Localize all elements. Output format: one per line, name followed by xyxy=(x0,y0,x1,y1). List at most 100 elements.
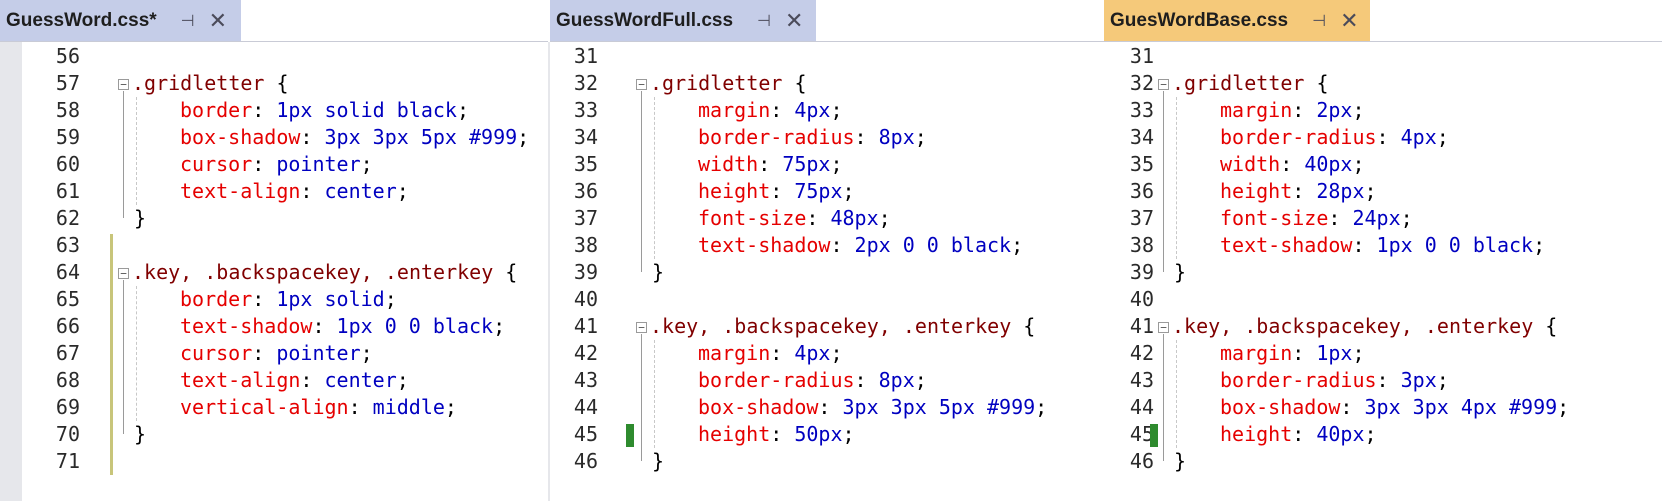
code-line[interactable]: 70} xyxy=(0,421,548,448)
code-line[interactable]: 40 xyxy=(1104,286,1662,313)
code-line[interactable]: 63 xyxy=(0,232,548,259)
css-property: height xyxy=(1220,422,1293,446)
code-line[interactable]: 46} xyxy=(1104,448,1662,475)
code-text: width: 75px; xyxy=(698,151,843,178)
collapse-icon[interactable]: − xyxy=(636,79,647,90)
editor-pane-guesswordbase[interactable]: GuesWordBase.css ⊣ ✕ 31 32− .gridletter {3… xyxy=(1104,0,1662,501)
code-line[interactable]: 31 xyxy=(1104,43,1662,70)
code-line[interactable]: 39} xyxy=(1104,259,1662,286)
semicolon: ; xyxy=(830,341,843,365)
code-line[interactable]: 32− .gridletter { xyxy=(550,70,1104,97)
css-property: text-shadow xyxy=(698,233,831,257)
css-value: 28px xyxy=(1316,179,1365,203)
code-line[interactable]: 58 border: 1px solid black; xyxy=(0,97,548,124)
code-text: .key, .backspacekey, .enterkey { xyxy=(650,313,1035,340)
colon: : xyxy=(252,287,277,311)
editor-pane-guessword[interactable]: GuessWord.css* ⊣ ✕ 56 57− .gridletter {58 b… xyxy=(0,0,548,501)
code-line[interactable]: 43 border-radius: 8px; xyxy=(550,367,1104,394)
code-line[interactable]: 37 font-size: 48px; xyxy=(550,205,1104,232)
code-line[interactable]: 59 box-shadow: 3px 3px 5px #999; xyxy=(0,124,548,151)
pin-icon[interactable]: ⊣ xyxy=(757,11,771,31)
collapse-icon[interactable]: − xyxy=(636,322,647,333)
collapse-icon[interactable]: − xyxy=(1158,322,1169,333)
close-icon[interactable]: ✕ xyxy=(1340,9,1358,32)
close-icon[interactable]: ✕ xyxy=(209,9,227,32)
line-number: 34 xyxy=(573,125,598,149)
code-line[interactable]: 42 margin: 4px; xyxy=(550,340,1104,367)
code-text: text-align: center; xyxy=(180,178,409,205)
code-line[interactable]: 66 text-shadow: 1px 0 0 black; xyxy=(0,313,548,340)
css-property: box-shadow xyxy=(698,395,819,419)
pin-icon[interactable]: ⊣ xyxy=(1312,11,1326,31)
code-text: .key, .backspacekey, .enterkey { xyxy=(132,259,517,286)
code-line[interactable]: 45 height: 40px; xyxy=(1104,421,1662,448)
code-line[interactable]: 35 width: 75px; xyxy=(550,151,1104,178)
code-line[interactable]: 37 font-size: 24px; xyxy=(1104,205,1662,232)
code-line[interactable]: 34 border-radius: 8px; xyxy=(550,124,1104,151)
code-line[interactable]: 33 margin: 2px; xyxy=(1104,97,1662,124)
code-line[interactable]: 41− .key, .backspacekey, .enterkey { xyxy=(1104,313,1662,340)
code-line[interactable]: 46} xyxy=(550,448,1104,475)
css-value: 75px xyxy=(794,179,843,203)
code-line[interactable]: 67 cursor: pointer; xyxy=(0,340,548,367)
code-line[interactable]: 44 box-shadow: 3px 3px 4px #999; xyxy=(1104,394,1662,421)
code-text: border-radius: 4px; xyxy=(1220,124,1449,151)
code-line[interactable]: 32− .gridletter { xyxy=(1104,70,1662,97)
code-line[interactable]: 56 xyxy=(0,43,548,70)
close-icon[interactable]: ✕ xyxy=(785,9,803,32)
css-property: box-shadow xyxy=(180,125,301,149)
code-line[interactable]: 36 height: 75px; xyxy=(550,178,1104,205)
code-line[interactable]: 69 vertical-align: middle; xyxy=(0,394,548,421)
colon: : xyxy=(854,368,879,392)
code-line[interactable]: 61 text-align: center; xyxy=(0,178,548,205)
code-line[interactable]: 40 xyxy=(550,286,1104,313)
code-line[interactable]: 65 border: 1px solid; xyxy=(0,286,548,313)
code-editor[interactable]: 31 32− .gridletter {33 margin: 2px; 34 border… xyxy=(1104,42,1662,501)
code-line[interactable]: 60 cursor: pointer; xyxy=(0,151,548,178)
pin-icon[interactable]: ⊣ xyxy=(181,11,195,31)
code-line[interactable]: 64− .key, .backspacekey, .enterkey { xyxy=(0,259,548,286)
line-number: 32 xyxy=(1129,71,1154,95)
semicolon: ; xyxy=(396,368,409,392)
collapse-icon[interactable]: − xyxy=(118,268,129,279)
tab-guesswordbase-css[interactable]: GuesWordBase.css ⊣ ✕ xyxy=(1104,0,1370,41)
tab-guessword-css[interactable]: GuessWord.css* ⊣ ✕ xyxy=(0,0,241,41)
collapse-icon[interactable]: − xyxy=(118,79,129,90)
code-line[interactable]: 38 text-shadow: 2px 0 0 black; xyxy=(550,232,1104,259)
semicolon: ; xyxy=(914,125,927,149)
code-line[interactable]: 43 border-radius: 3px; xyxy=(1104,367,1662,394)
code-line[interactable]: 62} xyxy=(0,205,548,232)
code-line[interactable]: 33 margin: 4px; xyxy=(550,97,1104,124)
css-value: 2px xyxy=(1316,98,1353,122)
code-line[interactable]: 44 box-shadow: 3px 3px 5px #999; xyxy=(550,394,1104,421)
code-line[interactable]: 39} xyxy=(550,259,1104,286)
code-line[interactable]: 38 text-shadow: 1px 0 0 black; xyxy=(1104,232,1662,259)
semicolon: ; xyxy=(1035,395,1048,419)
css-value: 4px xyxy=(1400,125,1437,149)
code-text: } xyxy=(1174,259,1186,286)
code-line[interactable]: 36 height: 28px; xyxy=(1104,178,1662,205)
line-number: 45 xyxy=(1129,422,1154,446)
code-text: margin: 4px; xyxy=(698,97,843,124)
line-number: 44 xyxy=(573,395,598,419)
code-editor[interactable]: 31 32− .gridletter {33 margin: 4px; 34 border… xyxy=(550,42,1104,501)
collapse-icon[interactable]: − xyxy=(1158,79,1169,90)
line-number: 40 xyxy=(1129,287,1154,311)
code-line[interactable]: 68 text-align: center; xyxy=(0,367,548,394)
code-text: height: 40px; xyxy=(1220,421,1377,448)
css-value: center xyxy=(324,368,397,392)
css-value: 2px 0 0 black xyxy=(854,233,1012,257)
code-line[interactable]: 42 margin: 1px; xyxy=(1104,340,1662,367)
code-line[interactable]: 57− .gridletter { xyxy=(0,70,548,97)
code-editor[interactable]: 56 57− .gridletter {58 border: 1px solid bl… xyxy=(0,42,548,501)
code-line[interactable]: 71 xyxy=(0,448,548,475)
code-line[interactable]: 41− .key, .backspacekey, .enterkey { xyxy=(550,313,1104,340)
colon: : xyxy=(770,341,795,365)
colon: : xyxy=(252,98,277,122)
editor-pane-guesswordfull[interactable]: GuessWordFull.css ⊣ ✕ 31 32− .gridletter {… xyxy=(550,0,1104,501)
css-property: font-size xyxy=(698,206,807,230)
code-line[interactable]: 31 xyxy=(550,43,1104,70)
code-line[interactable]: 35 width: 40px; xyxy=(1104,151,1662,178)
code-line[interactable]: 34 border-radius: 4px; xyxy=(1104,124,1662,151)
tab-guesswordfull-css[interactable]: GuessWordFull.css ⊣ ✕ xyxy=(550,0,816,41)
